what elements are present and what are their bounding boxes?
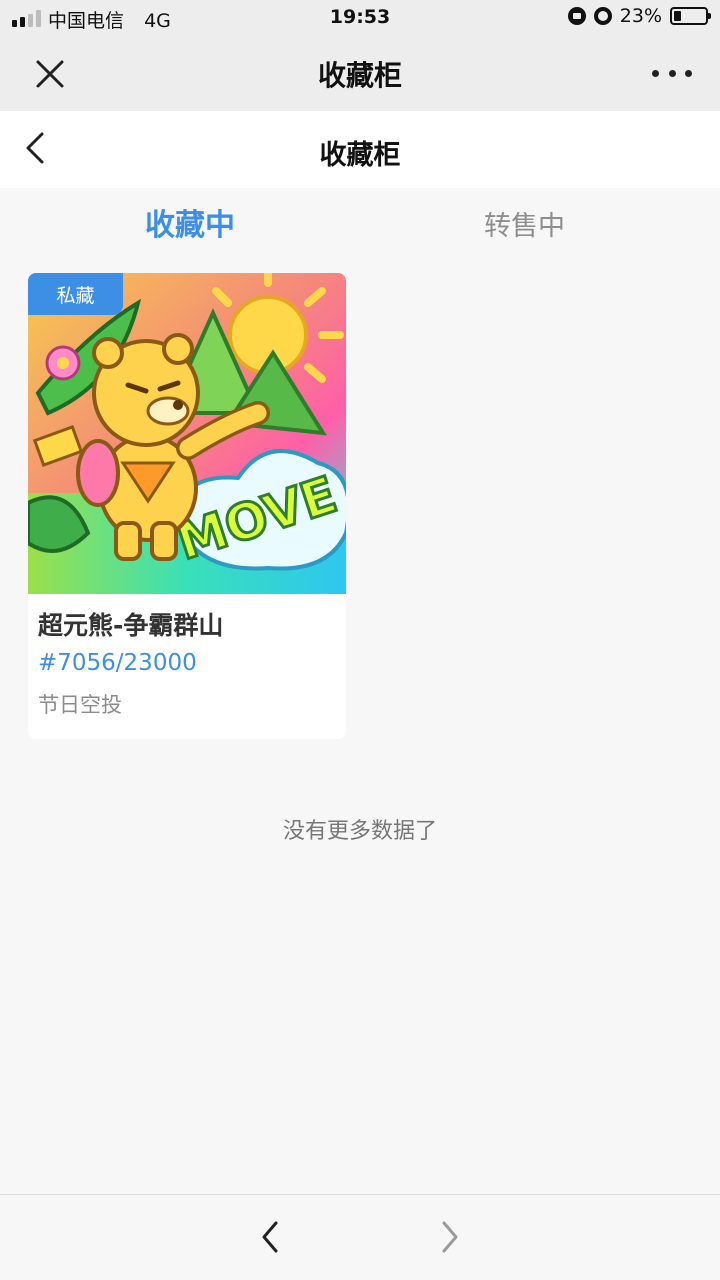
item-serial-number: #7056/23000: [38, 650, 197, 676]
item-source: 节日空投: [38, 693, 122, 717]
tab-reselling[interactable]: 转售中: [484, 204, 565, 243]
collectible-artwork: MOVE: [28, 273, 346, 594]
item-name: 超元熊-争霸群山: [38, 611, 224, 640]
private-badge: 私藏: [28, 273, 123, 315]
more-dots-icon[interactable]: [652, 60, 692, 86]
status-right: 23%: [567, 5, 711, 27]
page-title: 收藏柜: [319, 140, 401, 171]
wechat-title-bar: 收藏柜: [0, 36, 720, 111]
collectible-card[interactable]: MOVE 私藏 超元熊-争霸群山 #7056/23000 节日空投: [28, 273, 346, 739]
screen: 中国电信 4G 19:53 23% 收藏柜 收藏柜 收藏中 转售中 MOVE 私…: [0, 0, 720, 1280]
alarm-icon: [593, 7, 612, 25]
status-bar: 中国电信 4G 19:53 23%: [0, 0, 720, 36]
wechat-title: 收藏柜: [317, 59, 402, 92]
rotation-lock-icon: [567, 7, 586, 25]
battery-icon: [670, 7, 711, 25]
nav-back-button[interactable]: [252, 1217, 292, 1257]
tab-collecting[interactable]: 收藏中: [145, 200, 235, 244]
nav-forward-button[interactable]: [428, 1217, 468, 1257]
bottom-nav-bar: [0, 1194, 720, 1280]
tab-bar: 收藏中 转售中: [0, 188, 720, 258]
page-header: 收藏柜: [0, 111, 720, 188]
battery-percent: 23%: [619, 5, 662, 27]
list-end-text: 没有更多数据了: [282, 819, 437, 844]
